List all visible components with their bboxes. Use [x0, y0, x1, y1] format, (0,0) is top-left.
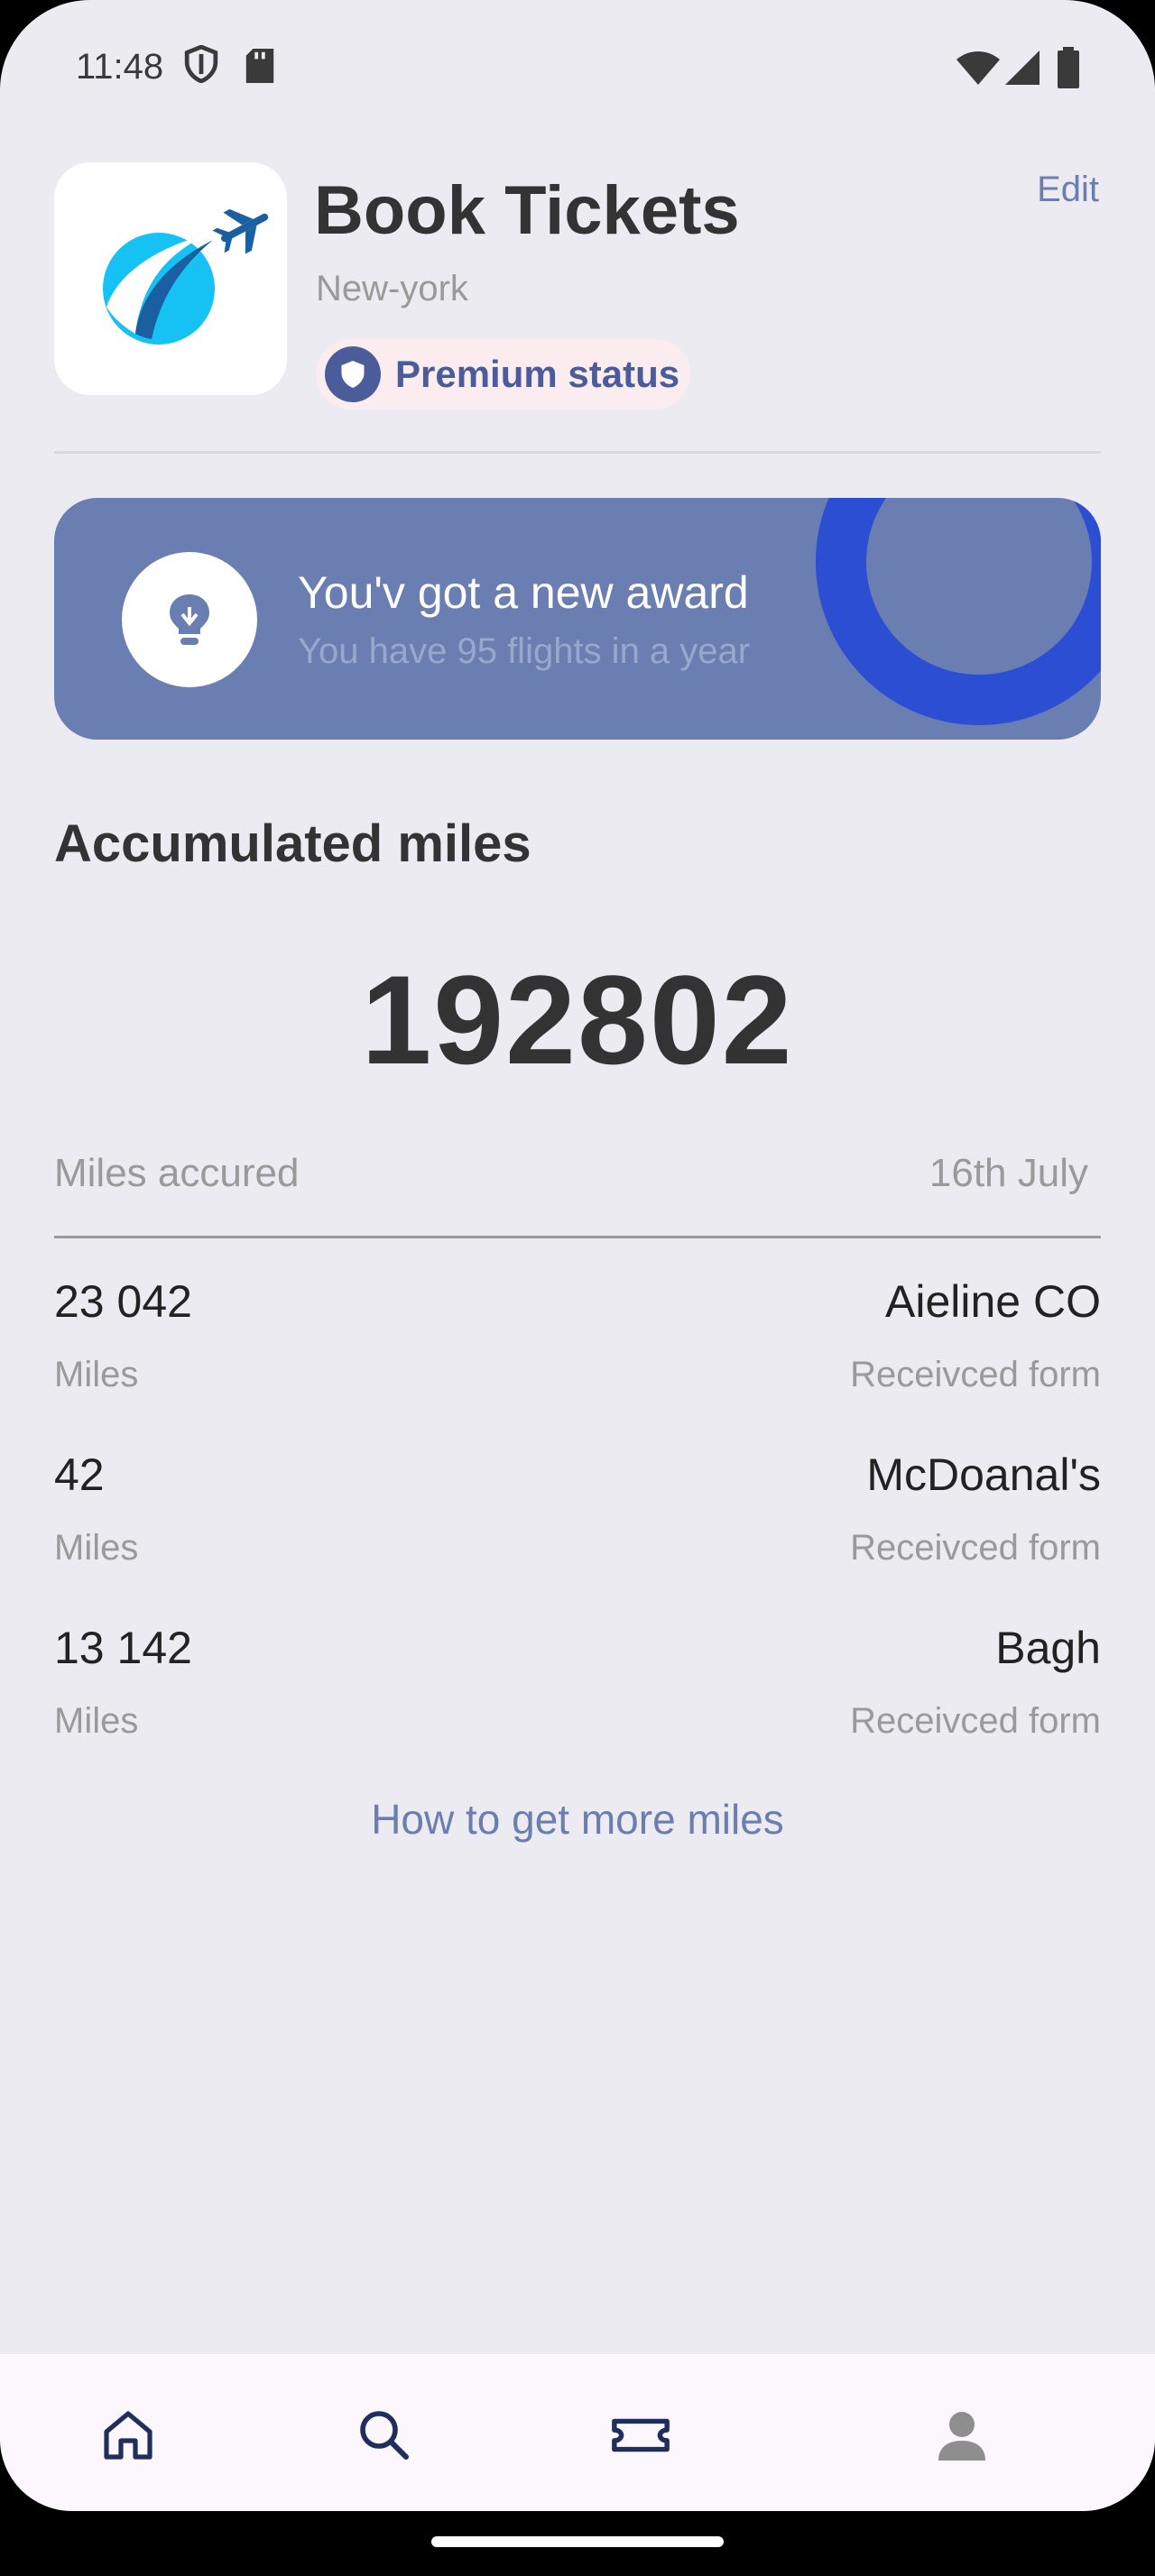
location-label: New-york: [316, 269, 468, 308]
profile-icon: [938, 2412, 985, 2461]
award-subtitle: You have 95 flights in a year: [298, 631, 751, 671]
app-logo: [54, 162, 287, 395]
total-miles: 192802: [361, 949, 794, 1090]
miles-unit: Miles: [54, 1528, 139, 1568]
home-icon: [104, 2411, 152, 2460]
nav-search[interactable]: [339, 2390, 430, 2480]
nav-tickets[interactable]: [596, 2390, 686, 2480]
shield-icon: [325, 346, 381, 402]
more-miles-link[interactable]: How to get more miles: [0, 1795, 1155, 1844]
bottom-nav: [0, 2354, 1155, 2511]
miles-amount: 13 142: [54, 1623, 192, 1673]
search-icon: [360, 2411, 409, 2460]
decorative-ring: [816, 498, 1101, 725]
edit-button[interactable]: Edit: [1037, 170, 1099, 210]
source-label: Receivced form: [850, 1355, 1101, 1394]
award-banner[interactable]: You'v got a new award You have 95 flight…: [54, 498, 1101, 740]
battery-icon: [1058, 47, 1079, 93]
list-divider: [54, 1236, 1101, 1238]
badge-label: Premium status: [395, 353, 680, 395]
signal-icon: [1005, 51, 1040, 89]
miles-accrued-label: Miles accured: [54, 1151, 300, 1195]
nav-home[interactable]: [83, 2390, 173, 2480]
award-title: You'v got a new award: [298, 567, 749, 618]
header-divider: [54, 451, 1101, 454]
premium-status-badge: Premium status: [316, 339, 691, 409]
accrued-date: 16th July: [929, 1151, 1088, 1195]
app-screen: 11:48 Book Tickets New-york Edit Premium…: [0, 0, 1155, 2511]
page-title: Book Tickets: [314, 172, 740, 249]
status-time: 11:48: [76, 47, 164, 87]
section-title: Accumulated miles: [54, 814, 531, 873]
nav-profile[interactable]: [917, 2390, 1007, 2480]
home-indicator[interactable]: [431, 2536, 724, 2547]
lightbulb-icon: [122, 552, 257, 687]
miles-unit: Miles: [54, 1355, 139, 1394]
source-label: Receivced form: [850, 1701, 1101, 1741]
wifi-icon: [956, 51, 1000, 89]
miles-unit: Miles: [54, 1701, 139, 1741]
miles-amount: 42: [54, 1449, 105, 1500]
ticket-icon: [612, 2418, 670, 2452]
status-bar: 11:48: [0, 0, 1155, 135]
sd-card-icon: [245, 49, 274, 87]
miles-row[interactable]: 42 Miles McDoanal's Receivced form: [54, 1449, 1101, 1611]
miles-row[interactable]: 23 042 Miles Aieline CO Receivced form: [54, 1275, 1101, 1438]
miles-source: McDoanal's: [866, 1449, 1101, 1500]
miles-amount: 23 042: [54, 1276, 192, 1327]
miles-source: Aieline CO: [885, 1276, 1101, 1327]
source-label: Receivced form: [850, 1528, 1101, 1568]
miles-row[interactable]: 13 142 Miles Bagh Receivced form: [54, 1622, 1101, 1784]
miles-source: Bagh: [995, 1623, 1101, 1673]
shield-icon: [184, 44, 218, 87]
